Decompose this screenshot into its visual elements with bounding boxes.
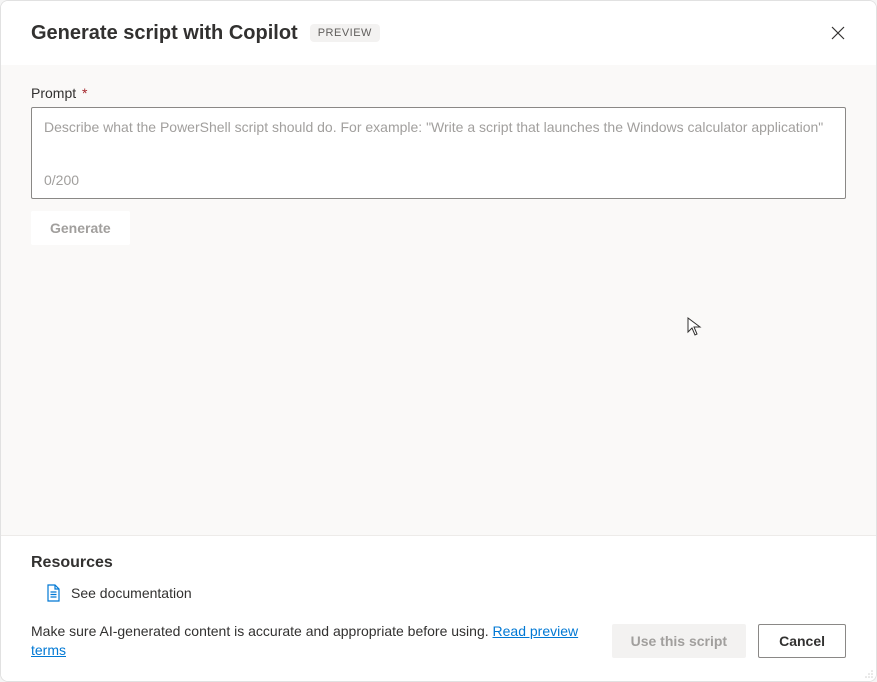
documentation-link[interactable]: See documentation xyxy=(45,584,192,602)
close-button[interactable] xyxy=(824,19,852,47)
cancel-button[interactable]: Cancel xyxy=(758,624,846,658)
dialog-content: Prompt * 0/200 Generate xyxy=(1,65,876,535)
resources-title: Resources xyxy=(31,554,846,572)
copilot-script-dialog: Generate script with Copilot PREVIEW Pro… xyxy=(0,0,877,682)
prompt-input[interactable] xyxy=(44,118,833,158)
dialog-footer: Resources See documentation Make sure AI… xyxy=(1,535,876,681)
footer-row: Make sure AI-generated content is accura… xyxy=(31,622,846,661)
prompt-box: 0/200 xyxy=(31,107,846,199)
use-script-button[interactable]: Use this script xyxy=(612,624,746,658)
prompt-label: Prompt * xyxy=(31,85,846,101)
prompt-label-text: Prompt xyxy=(31,85,76,101)
required-indicator: * xyxy=(82,85,87,101)
generate-button[interactable]: Generate xyxy=(31,211,130,245)
dialog-header: Generate script with Copilot PREVIEW xyxy=(1,1,876,65)
disclaimer-main: Make sure AI-generated content is accura… xyxy=(31,623,493,639)
preview-badge: PREVIEW xyxy=(310,24,380,42)
documentation-link-text: See documentation xyxy=(71,585,192,601)
dialog-title: Generate script with Copilot xyxy=(31,22,298,45)
close-icon xyxy=(830,25,846,41)
resize-grip-icon xyxy=(864,669,874,679)
document-icon xyxy=(45,584,61,602)
char-counter: 0/200 xyxy=(44,172,833,188)
disclaimer-text: Make sure AI-generated content is accura… xyxy=(31,622,600,661)
